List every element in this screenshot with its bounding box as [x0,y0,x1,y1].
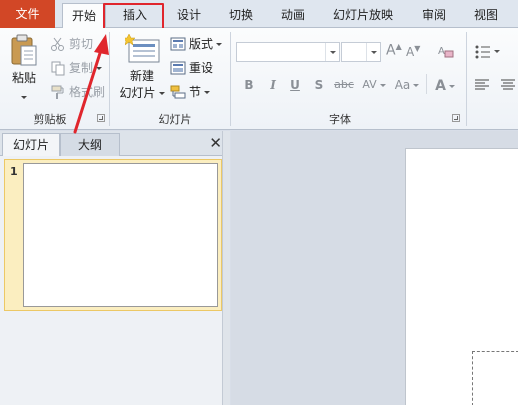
paste-icon [11,34,37,66]
underline-button[interactable]: U [286,78,304,92]
tab-outline[interactable]: 大纲 [60,133,120,156]
copy-icon [51,61,65,75]
strikethrough-button[interactable]: abc [333,78,355,91]
reset-button[interactable]: 重设 [170,58,213,78]
group-separator [466,32,467,126]
layout-icon [170,37,186,50]
change-case-icon: Aa [394,78,411,92]
slide-number: 1 [10,165,18,178]
bullets-button[interactable] [474,44,504,60]
italic-button[interactable]: I [264,78,282,92]
format-painter-button[interactable]: 格式刷 [50,82,105,102]
slide-editing-area [231,131,518,405]
scissors-icon [51,37,64,51]
panel-splitter[interactable] [222,131,230,405]
reset-icon [170,61,186,74]
close-panel-icon[interactable]: ✕ [209,134,222,152]
slides-group-label: 幻灯片 [158,113,192,126]
new-slide-dropdown-icon[interactable] [158,92,165,95]
new-slide-label-line1: 新建 [129,69,154,83]
section-label: 节 [189,85,202,99]
align-center-icon [501,79,515,90]
paste-button[interactable]: 粘贴 [6,32,42,102]
ribbon: 粘贴 剪切 复制 格式刷 剪贴板 新建 幻灯片 版式 重设 节 幻灯片 A▲ A… [0,28,518,130]
new-slide-button[interactable]: 新建 幻灯片 [117,32,167,104]
slide-canvas[interactable] [405,148,518,405]
copy-label: 复制 [69,61,94,75]
new-slide-icon [125,34,160,63]
bullets-icon [475,45,500,59]
align-left-icon [475,79,489,90]
tab-view[interactable]: 视图 [463,3,509,28]
grow-font-button[interactable]: A▲ [386,42,402,59]
slides-outline-panel: 幻灯片 大纲 ✕ 1 [0,131,230,405]
svg-text:A: A [438,46,445,57]
tab-review[interactable]: 审阅 [411,3,457,28]
layout-label: 版式 [189,37,214,51]
font-color-icon: A [435,78,446,94]
section-icon [170,85,186,98]
font-name-dropdown-icon[interactable] [325,43,339,61]
paste-dropdown-icon[interactable] [21,90,27,104]
copy-dropdown-icon[interactable] [96,67,103,70]
font-dialog-launcher-icon[interactable] [452,114,460,122]
group-separator [109,32,110,126]
clear-formatting-button[interactable]: A [437,42,455,60]
group-separator [426,74,427,94]
character-spacing-icon: AV [362,78,377,91]
font-name-combobox[interactable] [236,42,340,62]
change-case-button[interactable]: Aa [392,78,422,92]
content-placeholder[interactable] [472,351,518,405]
clipboard-group-label: 剪贴板 [33,113,67,126]
format-painter-label: 格式刷 [69,85,106,99]
bold-button[interactable]: B [240,78,258,92]
character-spacing-button[interactable]: AV [361,78,387,91]
copy-button[interactable]: 复制 [50,58,103,78]
clear-formatting-icon: A [438,46,454,58]
tab-design[interactable]: 设计 [166,3,212,28]
tab-home[interactable]: 开始 [62,3,106,29]
slide-thumbnail-row[interactable]: 1 [4,159,222,311]
reset-label: 重设 [189,61,214,75]
clipboard-dialog-launcher-icon[interactable] [97,114,105,122]
text-shadow-button[interactable]: S [310,78,328,92]
ribbon-tab-bar: 文件 开始 插入 设计 切换 动画 幻灯片放映 审阅 视图 [0,0,518,29]
layout-button[interactable]: 版式 [170,34,223,54]
new-slide-label-line2: 幻灯片 [117,85,167,102]
align-center-button[interactable] [500,78,516,92]
cut-button[interactable]: 剪切 [50,34,93,54]
font-group-label: 字体 [329,113,351,126]
section-dropdown-icon[interactable] [204,91,211,94]
format-painter-icon [51,85,64,99]
group-separator [230,32,231,126]
grow-font-icon: A [386,42,396,59]
paste-label: 粘贴 [11,71,36,85]
tab-slideshow[interactable]: 幻灯片放映 [325,3,401,28]
section-button[interactable]: 节 [170,82,211,102]
panel-tabs: 幻灯片 大纲 ✕ [0,131,230,156]
font-color-button[interactable]: A [432,78,458,94]
tab-transitions[interactable]: 切换 [218,3,264,28]
align-left-button[interactable] [474,78,490,92]
tab-slides[interactable]: 幻灯片 [2,133,60,156]
slide-thumbnail[interactable] [23,163,218,307]
shrink-font-button[interactable]: A▼ [406,44,420,59]
layout-dropdown-icon[interactable] [216,43,223,46]
tab-animations[interactable]: 动画 [270,3,316,28]
insert-tab-highlight-box [103,3,164,30]
tab-file[interactable]: 文件 [0,0,55,28]
shrink-font-icon: A [406,45,415,59]
font-size-combobox[interactable] [341,42,381,62]
font-size-dropdown-icon[interactable] [366,43,380,61]
cut-label: 剪切 [69,37,94,51]
